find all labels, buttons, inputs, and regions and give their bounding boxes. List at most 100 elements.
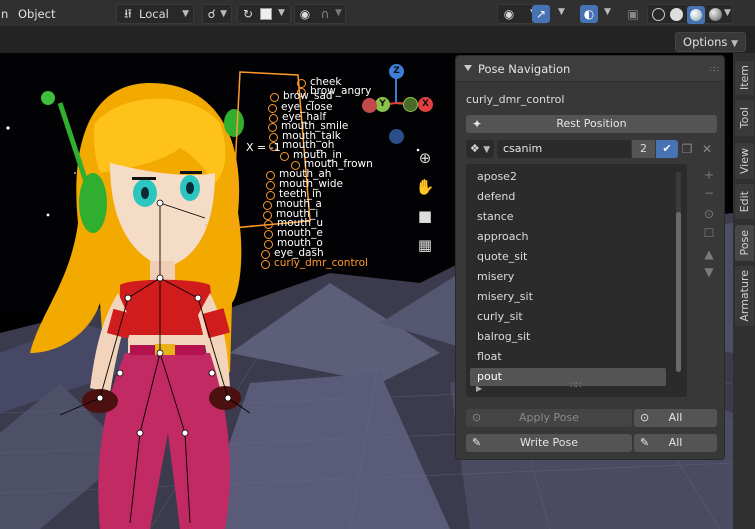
- chevron-down-icon[interactable]: ▼: [724, 8, 731, 18]
- xray-icon[interactable]: ▣: [626, 7, 640, 21]
- tab-armature[interactable]: Armature: [735, 266, 754, 326]
- eye-icon[interactable]: ◉: [502, 7, 516, 21]
- bone-handle-icon[interactable]: [263, 201, 272, 210]
- rest-position-button[interactable]: ✦ Rest Position: [466, 115, 717, 133]
- gizmo-neg-z-axis[interactable]: [389, 129, 404, 144]
- pose-list-item[interactable]: float: [470, 348, 666, 366]
- bone-handle-icon[interactable]: [268, 104, 277, 113]
- bone-handle-icon[interactable]: [261, 260, 270, 269]
- gizmo-group: ↗ ▼: [530, 4, 572, 24]
- add-pose-plus-icon[interactable]: +: [700, 167, 718, 183]
- sanitize-icon[interactable]: ☐: [700, 225, 718, 241]
- pose-library-browse-button[interactable]: ❖ ▼: [466, 140, 494, 158]
- bone-handle-icon[interactable]: [264, 240, 273, 249]
- pose-list-item[interactable]: defend: [470, 188, 666, 206]
- chevron-down-icon[interactable]: ▼: [278, 8, 285, 18]
- options-dropdown[interactable]: Options ▼: [675, 32, 746, 52]
- bone-handle-icon[interactable]: [266, 181, 275, 190]
- navigation-gizmo[interactable]: Z Y X: [355, 63, 440, 144]
- tab-pose[interactable]: Pose: [735, 225, 754, 261]
- pose-list-item[interactable]: balrog_sit: [470, 328, 666, 346]
- gizmo-neg-x-axis[interactable]: [362, 98, 377, 113]
- move-down-icon[interactable]: ▼: [700, 264, 718, 280]
- pivot-point-dropdown[interactable]: ☌ ▼: [202, 4, 232, 24]
- chevron-down-icon: ▼: [483, 145, 491, 155]
- falloff-curve-icon[interactable]: ∩: [318, 7, 332, 21]
- chevron-down-icon[interactable]: ▼: [604, 7, 611, 17]
- apply-all-button[interactable]: ⊙ All: [634, 409, 717, 427]
- pose-list-item[interactable]: curly_sit: [470, 308, 666, 326]
- gizmo-z-axis[interactable]: Z: [389, 64, 404, 79]
- list-resize-grip-icon[interactable]: ∷∷: [570, 381, 581, 391]
- drag-grip-icon[interactable]: ∷∷: [710, 65, 719, 74]
- snap-target-icon[interactable]: [260, 8, 272, 20]
- tab-tool[interactable]: Tool: [735, 100, 754, 136]
- bone-handle-icon[interactable]: [270, 93, 279, 102]
- gizmo-x-axis[interactable]: X: [418, 97, 433, 112]
- gizmo-y-axis[interactable]: Y: [375, 97, 390, 112]
- pose-list-item[interactable]: quote_sit: [470, 248, 666, 266]
- tab-edit[interactable]: Edit: [735, 184, 754, 219]
- panel-title: Pose Navigation: [478, 62, 571, 76]
- pose-list-item[interactable]: misery_sit: [470, 288, 666, 306]
- unlink-x-icon[interactable]: ✕: [698, 140, 716, 158]
- panel-header[interactable]: Pose Navigation ∷∷: [456, 56, 724, 82]
- collapse-triangle-icon[interactable]: [464, 65, 472, 71]
- chevron-down-icon[interactable]: ▼: [335, 8, 342, 18]
- hand-pan-icon[interactable]: ✋: [413, 175, 437, 199]
- apply-pose-search-icon[interactable]: ⊙: [700, 206, 718, 222]
- bone-handle-icon[interactable]: [268, 123, 277, 132]
- tab-label: View: [738, 147, 751, 175]
- wireframe-shading-icon[interactable]: [652, 8, 665, 21]
- grid-perspective-icon[interactable]: ▦: [413, 233, 437, 257]
- bone-handle-icon[interactable]: [263, 211, 272, 220]
- pose-list-item[interactable]: stance: [470, 208, 666, 226]
- write-all-label: All: [668, 436, 683, 449]
- filter-options-triangle-icon[interactable]: ▶: [476, 384, 482, 393]
- tab-item[interactable]: Item: [735, 61, 754, 95]
- library-user-count[interactable]: 2: [632, 140, 655, 158]
- proportional-edit-icon[interactable]: ◉: [298, 7, 312, 21]
- pose-list-item[interactable]: approach: [470, 228, 666, 246]
- bone-handle-icon[interactable]: [266, 191, 275, 200]
- bone-handle-icon[interactable]: [266, 171, 275, 180]
- rendered-shading-icon[interactable]: [709, 8, 722, 21]
- bone-handle-icon[interactable]: [297, 79, 306, 88]
- bone-handle-icon[interactable]: [261, 250, 270, 259]
- bone-handle-icon[interactable]: [264, 230, 273, 239]
- material-preview-button[interactable]: [687, 6, 705, 24]
- bone-handle-icon[interactable]: [280, 152, 289, 161]
- pose-list[interactable]: apose2 defend stance approach quote_sitmiser…: [466, 164, 687, 397]
- pose-list-scrollbar[interactable]: [676, 172, 681, 372]
- chevron-down-icon[interactable]: ▼: [558, 7, 565, 17]
- chevron-down-icon: ▼: [220, 9, 227, 19]
- snap-icon[interactable]: ↻: [241, 7, 255, 21]
- bone-handle-icon[interactable]: [264, 220, 273, 229]
- pose-list-item[interactable]: misery: [470, 268, 666, 286]
- pose-library-name-field[interactable]: csanim: [497, 140, 631, 158]
- duplicate-icon[interactable]: ❐: [678, 140, 696, 158]
- fake-user-shield-icon[interactable]: ✔: [656, 140, 678, 158]
- apply-pose-button[interactable]: ⊙ Apply Pose: [466, 409, 632, 427]
- camera-icon[interactable]: ■: [413, 204, 437, 228]
- scrollbar-thumb[interactable]: [676, 212, 681, 372]
- gizmo-toggle-icon[interactable]: ↗: [532, 5, 550, 23]
- menu-object[interactable]: Object: [18, 4, 55, 24]
- remove-pose-minus-icon[interactable]: −: [700, 185, 718, 201]
- solid-shading-icon[interactable]: [670, 8, 683, 21]
- overlay-toggle-icon[interactable]: ◐: [580, 5, 598, 23]
- tab-view[interactable]: View: [735, 143, 754, 179]
- pose-list-item[interactable]: apose2: [470, 168, 666, 186]
- write-all-button[interactable]: ✎ All: [634, 434, 717, 452]
- transform-orientation-dropdown[interactable]: ⭿ Local ▼: [116, 4, 194, 24]
- apply-pose-icon: ⊙: [472, 411, 482, 424]
- bone-handle-icon[interactable]: [269, 114, 278, 123]
- zoom-icon[interactable]: ⊕: [413, 146, 437, 170]
- mode-selector-edge[interactable]: n: [1, 4, 8, 24]
- apply-all-icon: ⊙: [640, 411, 650, 424]
- gizmo-neg-y-axis[interactable]: [403, 97, 418, 112]
- tab-label: Tool: [738, 107, 751, 129]
- move-up-icon[interactable]: ▲: [700, 246, 718, 262]
- bone-label: curly_dmr_control: [274, 257, 368, 269]
- write-pose-button[interactable]: ✎ Write Pose: [466, 434, 632, 452]
